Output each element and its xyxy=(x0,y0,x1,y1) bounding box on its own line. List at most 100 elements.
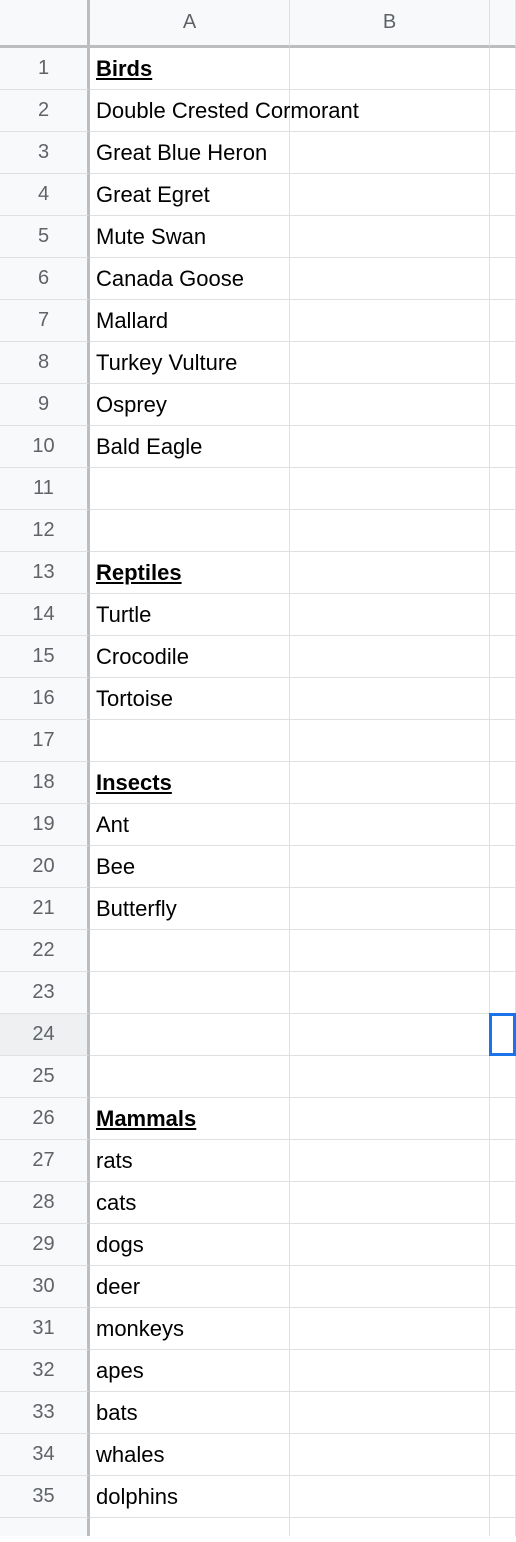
cell-a35[interactable]: dolphins xyxy=(90,1476,290,1518)
cell-b17[interactable] xyxy=(290,720,490,762)
cell-b10[interactable] xyxy=(290,426,490,468)
cell-a22[interactable] xyxy=(90,930,290,972)
cell-b7[interactable] xyxy=(290,300,490,342)
cell-c5[interactable] xyxy=(490,216,516,258)
cell-b32[interactable] xyxy=(290,1350,490,1392)
cell-c30[interactable] xyxy=(490,1266,516,1308)
row-header-21[interactable]: 21 xyxy=(0,888,90,930)
cell-b6[interactable] xyxy=(290,258,490,300)
cell-c15[interactable] xyxy=(490,636,516,678)
cell-b3[interactable] xyxy=(290,132,490,174)
cell-a11[interactable] xyxy=(90,468,290,510)
cell-b27[interactable] xyxy=(290,1140,490,1182)
cell-b31[interactable] xyxy=(290,1308,490,1350)
cell-c3[interactable] xyxy=(490,132,516,174)
cell-c26[interactable] xyxy=(490,1098,516,1140)
cell-a32[interactable]: apes xyxy=(90,1350,290,1392)
select-all-corner[interactable] xyxy=(0,0,90,48)
cell-c25[interactable] xyxy=(490,1056,516,1098)
cell-a20[interactable]: Bee xyxy=(90,846,290,888)
cell-c20[interactable] xyxy=(490,846,516,888)
cell-b19[interactable] xyxy=(290,804,490,846)
cell-a7[interactable]: Mallard xyxy=(90,300,290,342)
cell-b35[interactable] xyxy=(290,1476,490,1518)
cell-a6[interactable]: Canada Goose xyxy=(90,258,290,300)
cell-a16[interactable]: Tortoise xyxy=(90,678,290,720)
row-header-15[interactable]: 15 xyxy=(0,636,90,678)
cell-b14[interactable] xyxy=(290,594,490,636)
cell-b30[interactable] xyxy=(290,1266,490,1308)
cell-b26[interactable] xyxy=(290,1098,490,1140)
cell-a23[interactable] xyxy=(90,972,290,1014)
row-header-13[interactable]: 13 xyxy=(0,552,90,594)
cell-b20[interactable] xyxy=(290,846,490,888)
cell-a24[interactable] xyxy=(90,1014,290,1056)
cell-b18[interactable] xyxy=(290,762,490,804)
cell-a9[interactable]: Osprey xyxy=(90,384,290,426)
cell-a17[interactable] xyxy=(90,720,290,762)
cell-b5[interactable] xyxy=(290,216,490,258)
cell-a33[interactable]: bats xyxy=(90,1392,290,1434)
cell-c14[interactable] xyxy=(490,594,516,636)
column-header-b[interactable]: B xyxy=(290,0,490,48)
cell-c4[interactable] xyxy=(490,174,516,216)
column-header-a[interactable]: A xyxy=(90,0,290,48)
cell-b15[interactable] xyxy=(290,636,490,678)
cell-b11[interactable] xyxy=(290,468,490,510)
row-header-26[interactable]: 26 xyxy=(0,1098,90,1140)
row-header-7[interactable]: 7 xyxy=(0,300,90,342)
cell-b4[interactable] xyxy=(290,174,490,216)
spreadsheet-grid[interactable]: AB1Birds2Double Crested Cormorant3Great … xyxy=(0,0,516,1536)
cell-b23[interactable] xyxy=(290,972,490,1014)
cell-b1[interactable] xyxy=(290,48,490,90)
cell-a26[interactable]: Mammals xyxy=(90,1098,290,1140)
row-header-6[interactable]: 6 xyxy=(0,258,90,300)
cell-c11[interactable] xyxy=(490,468,516,510)
cell-a14[interactable]: Turtle xyxy=(90,594,290,636)
cell-c18[interactable] xyxy=(490,762,516,804)
cell-a10[interactable]: Bald Eagle xyxy=(90,426,290,468)
cell-a4[interactable]: Great Egret xyxy=(90,174,290,216)
row-header-17[interactable]: 17 xyxy=(0,720,90,762)
row-header-29[interactable]: 29 xyxy=(0,1224,90,1266)
row-header-23[interactable]: 23 xyxy=(0,972,90,1014)
cell-b36[interactable] xyxy=(290,1518,490,1536)
row-header-36[interactable] xyxy=(0,1518,90,1536)
cell-a34[interactable]: whales xyxy=(90,1434,290,1476)
row-header-1[interactable]: 1 xyxy=(0,48,90,90)
cell-a36[interactable] xyxy=(90,1518,290,1536)
cell-c7[interactable] xyxy=(490,300,516,342)
cell-a5[interactable]: Mute Swan xyxy=(90,216,290,258)
cell-a15[interactable]: Crocodile xyxy=(90,636,290,678)
cell-a13[interactable]: Reptiles xyxy=(90,552,290,594)
cell-a8[interactable]: Turkey Vulture xyxy=(90,342,290,384)
cell-a3[interactable]: Great Blue Heron xyxy=(90,132,290,174)
cell-a29[interactable]: dogs xyxy=(90,1224,290,1266)
row-header-16[interactable]: 16 xyxy=(0,678,90,720)
cell-c24[interactable] xyxy=(490,1014,516,1056)
cell-a18[interactable]: Insects xyxy=(90,762,290,804)
cell-c27[interactable] xyxy=(490,1140,516,1182)
row-header-12[interactable]: 12 xyxy=(0,510,90,552)
cell-b24[interactable] xyxy=(290,1014,490,1056)
row-header-24[interactable]: 24 xyxy=(0,1014,90,1056)
cell-c22[interactable] xyxy=(490,930,516,972)
cell-a25[interactable] xyxy=(90,1056,290,1098)
cell-a27[interactable]: rats xyxy=(90,1140,290,1182)
column-header-c[interactable] xyxy=(490,0,516,48)
row-header-28[interactable]: 28 xyxy=(0,1182,90,1224)
cell-b21[interactable] xyxy=(290,888,490,930)
cell-c35[interactable] xyxy=(490,1476,516,1518)
row-header-8[interactable]: 8 xyxy=(0,342,90,384)
row-header-34[interactable]: 34 xyxy=(0,1434,90,1476)
row-header-18[interactable]: 18 xyxy=(0,762,90,804)
cell-b29[interactable] xyxy=(290,1224,490,1266)
row-header-35[interactable]: 35 xyxy=(0,1476,90,1518)
row-header-32[interactable]: 32 xyxy=(0,1350,90,1392)
row-header-2[interactable]: 2 xyxy=(0,90,90,132)
cell-c23[interactable] xyxy=(490,972,516,1014)
row-header-14[interactable]: 14 xyxy=(0,594,90,636)
cell-c32[interactable] xyxy=(490,1350,516,1392)
cell-b33[interactable] xyxy=(290,1392,490,1434)
cell-c36[interactable] xyxy=(490,1518,516,1536)
